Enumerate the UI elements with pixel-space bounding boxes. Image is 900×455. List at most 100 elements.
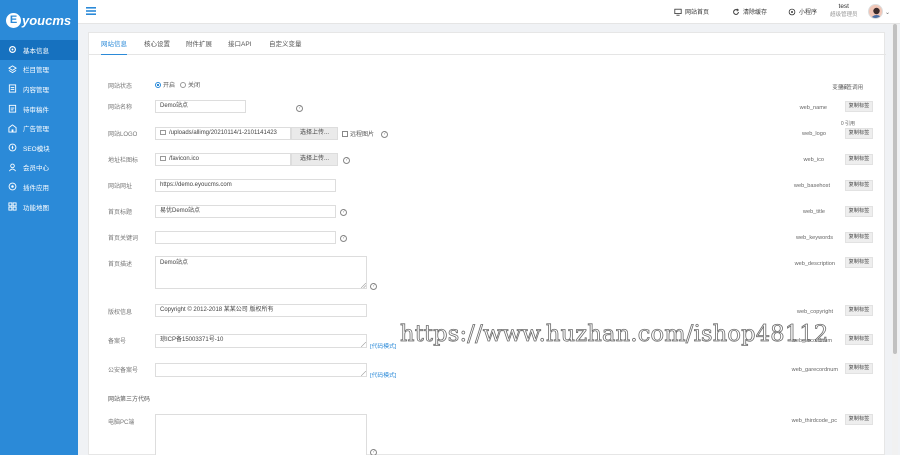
mini-program-label: 小程序 (799, 10, 818, 16)
sidebar-item-content[interactable]: 内容管理 (0, 79, 78, 99)
scrollbar-thumb[interactable] (893, 24, 897, 354)
tab-site-info[interactable]: 网站信息 (101, 33, 127, 55)
copy-tag-button[interactable]: 复制标签 (845, 154, 873, 165)
radio-on[interactable] (155, 81, 161, 88)
var-web-keywords: web_keywords (796, 235, 833, 241)
copy-tag-button[interactable]: 复制标签 (845, 257, 873, 268)
sidebar-item-label: 待审稿件 (23, 106, 49, 114)
avatar[interactable] (868, 4, 883, 19)
copy-tag-button[interactable]: 复制标签 (845, 363, 873, 374)
code-mode-link[interactable]: [代码模式] (370, 341, 396, 350)
sidebar-item-basic-info[interactable]: 基本信息 (0, 40, 78, 60)
sidebar-item-label: SEO模块 (23, 145, 50, 153)
help-icon[interactable]: ? (340, 209, 347, 216)
var-web-description: web_description (794, 261, 835, 267)
help-icon[interactable]: ? (381, 131, 388, 138)
web-ico-input[interactable]: /favicon.ico (155, 153, 291, 166)
web-thirdcode-pc-textarea[interactable] (155, 414, 367, 455)
header-tag-call: 标签调用 (840, 85, 864, 91)
var-web-garecordnum: web_garecordnum (791, 367, 838, 373)
web-logo-value: /uploads/allimg/20210114/1-2101141423 (169, 130, 277, 136)
help-icon[interactable]: ? (343, 157, 350, 164)
remote-image-checkbox[interactable] (342, 130, 348, 137)
remote-image-option[interactable]: 远程图片 (342, 129, 374, 138)
copy-tag-button[interactable]: 复制标签 (845, 305, 873, 316)
gear-icon (8, 45, 17, 54)
web-copyright-label: 版权信息 (108, 310, 133, 316)
sidebar-item-label: 插件应用 (23, 184, 49, 192)
var-web-basehost: web_basehost (793, 183, 830, 189)
sidebar-item-seo[interactable]: SEO模块 (0, 138, 78, 158)
help-icon[interactable]: ? (370, 449, 377, 455)
sidebar-item-label: 基本信息 (23, 47, 49, 55)
upload-logo-button[interactable]: 选择上传... (291, 127, 338, 140)
help-icon[interactable]: ? (296, 105, 303, 112)
username: test (838, 3, 849, 10)
web-description-textarea[interactable]: Demo站点 (155, 256, 367, 289)
copy-tag-button[interactable]: 复制标签 (845, 414, 873, 425)
web-basehost-input[interactable]: https://demo.eyoucms.com (155, 179, 336, 192)
layers-icon (8, 65, 17, 74)
sidebar-item-function-map[interactable]: 功能地图 (0, 197, 78, 217)
web-ico-label: 地址栏图标 (108, 158, 139, 164)
radio-on-label: 开启 (163, 83, 176, 89)
web-garecordnum-input[interactable] (155, 363, 367, 377)
tab-attachments[interactable]: 附件扩展 (186, 33, 212, 55)
tab-api[interactable]: 接口API (228, 33, 251, 55)
help-icon[interactable]: ? (370, 283, 377, 290)
var-web-ico: web_ico (803, 157, 824, 163)
web-title-input[interactable]: 易优Demo站点 (155, 205, 336, 218)
remote-image-label: 远程图片 (350, 132, 375, 138)
logo[interactable]: E youcms (0, 0, 78, 40)
sidebar-item-plugins[interactable]: 插件应用 (0, 177, 78, 197)
mini-program-link[interactable]: 小程序 (788, 7, 817, 16)
settings-panel: 网站信息 核心设置 附件扩展 接口API 自定义变量 变量名 标签调用 网站状态… (88, 32, 886, 455)
logo-mark: E (6, 12, 21, 28)
resize-grip-icon[interactable] (361, 283, 366, 288)
tab-custom-vars[interactable]: 自定义变量 (269, 33, 302, 55)
web-logo-input[interactable]: /uploads/allimg/20210114/1-2101141423 (155, 127, 291, 140)
puzzle-icon (8, 182, 17, 191)
var-web-thirdcode-pc: web_thirdcode_pc (791, 418, 837, 424)
web-name-input[interactable]: Demo站点 (155, 100, 246, 113)
upload-ico-button[interactable]: 选择上传... (291, 153, 338, 166)
site-home-link[interactable]: 网站首页 (674, 7, 709, 16)
image-icon (160, 155, 166, 161)
var-web-logo: web_logo (802, 131, 826, 137)
menu-toggle-icon[interactable] (85, 5, 97, 17)
chevron-down-icon[interactable]: ⌄ (885, 9, 890, 16)
user-info[interactable]: test 超级管理员 (830, 3, 858, 19)
copy-tag-button[interactable]: 复制标签 (845, 334, 873, 345)
var-web-name: web_name (799, 105, 827, 111)
logo-text: youcms (22, 12, 72, 28)
sidebar-item-ads[interactable]: 广告管理 (0, 118, 78, 138)
web-basehost-label: 网站网址 (108, 184, 133, 190)
copy-tag-button[interactable]: 复制标签 (845, 101, 873, 112)
help-icon[interactable]: ? (340, 235, 347, 242)
radio-off[interactable] (180, 81, 187, 88)
sidebar-item-members[interactable]: 会员中心 (0, 158, 78, 178)
copy-tag-button[interactable]: 复制标签 (845, 128, 873, 139)
sidebar: E youcms 基本信息 栏目管理 内容管理 待审稿件 广告管理 SEO模块 … (0, 0, 78, 455)
clear-cache-label: 清除缓存 (743, 10, 768, 16)
user-role: 超级管理员 (830, 12, 858, 18)
monitor-icon (674, 8, 682, 16)
web-recordnum-input[interactable]: 琼ICP备15003371号-10 (155, 334, 367, 348)
resize-grip-icon[interactable] (361, 342, 366, 347)
sidebar-item-columns[interactable]: 栏目管理 (0, 60, 78, 80)
web-title-label: 首页标题 (108, 210, 133, 216)
web-copyright-input[interactable]: Copyright © 2012-2018 某某公司 版权所有 (155, 304, 367, 317)
resize-grip-icon[interactable] (361, 371, 366, 376)
clear-cache-link[interactable]: 清除缓存 (732, 7, 767, 16)
code-mode-link[interactable]: [代码模式] (370, 370, 396, 379)
web-description-label: 首页描述 (108, 262, 133, 268)
copy-tag-button[interactable]: 复制标签 (845, 232, 873, 243)
sidebar-item-pending[interactable]: 待审稿件 (0, 99, 78, 119)
web-name-label: 网站名称 (108, 105, 133, 111)
site-status-label: 网站状态 (108, 84, 133, 90)
copy-tag-button[interactable]: 复制标签 (845, 180, 873, 191)
tab-core-settings[interactable]: 核心设置 (144, 33, 170, 55)
copy-tag-button[interactable]: 复制标签 (845, 206, 873, 217)
logo-ref-hint: 0 引用 (840, 121, 855, 127)
web-keywords-input[interactable] (155, 231, 336, 244)
